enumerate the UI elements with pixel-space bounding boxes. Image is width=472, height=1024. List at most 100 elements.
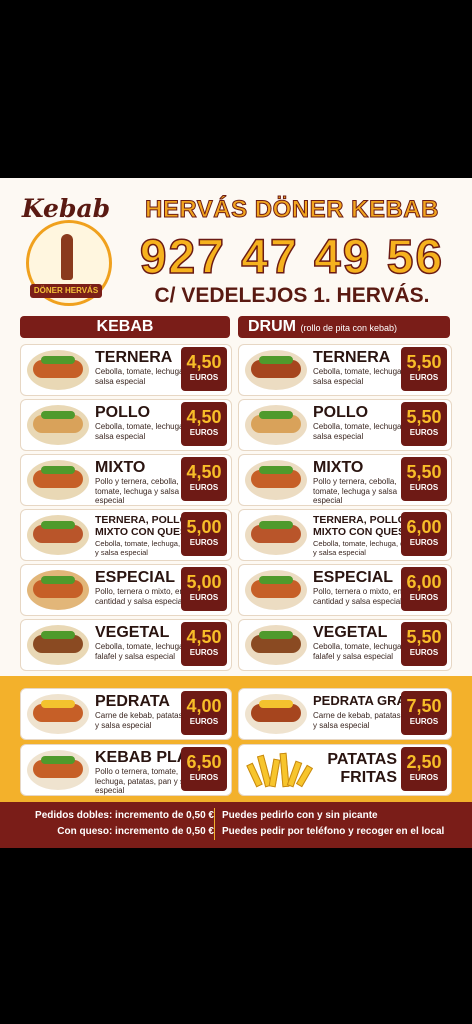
price-tag: 5,00 EUROS [181,512,227,556]
price-value: 5,50 [406,352,442,372]
menu-item-drum-queso[interactable]: TERNERA, POLLO O MIXTO CON QUESO Cebolla… [238,509,452,561]
footer-divider [214,808,215,840]
menu-item-kebab-pollo[interactable]: POLLO Cebolla, tomate, lechuga y salsa e… [20,399,232,451]
extras-section: PEDRATA Carne de kebab, patatas fritas y… [0,676,472,802]
drum-food-image [245,405,307,445]
kebab-food-image [27,570,89,610]
price-unit: EUROS [189,773,219,782]
price-value: 6,00 [406,572,442,592]
menu-item-kebab-vegetal[interactable]: VEGETAL Cebolla, tomate, lechuga falafel… [20,619,232,671]
price-unit: EUROS [409,773,439,782]
price-tag: 4,50 EUROS [181,622,227,666]
price-value: 6,00 [406,517,442,537]
item-name: ESPECIAL [313,569,394,586]
item-name: PEDRATA [95,693,170,710]
item-name: PATATAS FRITAS [327,751,397,786]
kebab-column-title: KEBAB [96,318,154,335]
price-unit: EUROS [409,717,439,726]
menu-item-drum-ternera[interactable]: TERNERA Cebolla, tomate, lechuga y salsa… [238,344,452,396]
price-value: 4,50 [186,352,222,372]
price-value: 5,50 [406,627,442,647]
price-value: 2,50 [406,752,442,772]
kebab-food-image [27,625,89,665]
menu-item-kebab-mixto[interactable]: MIXTO Pollo y ternera, cebolla, tomate, … [20,454,232,506]
kebab-food-image [27,405,89,445]
menu-item-kebab-queso[interactable]: TERNERA, POLLO O MIXTO CON QUESO Cebolla… [20,509,232,561]
price-unit: EUROS [409,483,439,492]
price-tag: 5,50 EUROS [401,457,447,501]
price-tag: 5,50 EUROS [401,347,447,391]
drum-food-image [245,570,307,610]
price-tag: 7,50 EUROS [401,691,447,735]
menu-item-patatas-fritas[interactable]: PATATAS FRITAS 2,50 EUROS [238,744,452,796]
fries-image [246,751,314,788]
price-unit: EUROS [409,593,439,602]
phone-number[interactable]: 927 47 49 56 [122,230,462,285]
price-unit: EUROS [409,373,439,382]
price-tag: 6,00 EUROS [401,512,447,556]
item-name: POLLO [313,404,369,421]
restaurant-name: HERVÁS DÖNER KEBAB [145,196,439,224]
price-unit: EUROS [189,593,219,602]
item-name: MIXTO [95,459,146,476]
drum-food-image [245,625,307,665]
menu-item-kebab-plato[interactable]: KEBAB PLATO Pollo o ternera, tomate, lec… [20,744,232,796]
price-unit: EUROS [189,648,219,657]
menu-item-pedrata-grande[interactable]: PEDRATA GRANDE Carne de kebab, patatas f… [238,688,452,740]
price-unit: EUROS [189,538,219,547]
price-unit: EUROS [409,538,439,547]
pedrata-food-image [27,694,89,734]
menu-item-pedrata[interactable]: PEDRATA Carne de kebab, patatas fritas y… [20,688,232,740]
price-tag: 4,50 EUROS [181,402,227,446]
pedrata-grande-food-image [245,694,307,734]
menu-item-kebab-especial[interactable]: ESPECIAL Pollo, ternera o mixto, en más … [20,564,232,616]
price-tag: 4,00 EUROS [181,691,227,735]
kebab-food-image [27,515,89,555]
note-double-orders: Pedidos dobles: incremento de 0,50 € [35,810,214,821]
menu-item-drum-mixto[interactable]: MIXTO Pollo y ternera, cebolla, tomate, … [238,454,452,506]
drum-food-image [245,515,307,555]
kebab-column-header: KEBAB [20,316,230,338]
note-phone-pickup: Puedes pedir por teléfono y recoger en e… [222,826,445,837]
price-value: 4,50 [186,627,222,647]
kebab-plato-food-image [27,750,89,790]
menu-item-drum-especial[interactable]: ESPECIAL Pollo, ternera o mixto, en más … [238,564,452,616]
price-tag: 5,00 EUROS [181,567,227,611]
kebab-food-image [27,350,89,390]
price-tag: 4,50 EUROS [181,347,227,391]
kebab-logo: Kebab DÖNER HERVÁS [18,194,114,306]
price-value: 5,00 [186,517,222,537]
footer-notes: Pedidos dobles: incremento de 0,50 € Con… [0,802,472,848]
menu-item-drum-pollo[interactable]: POLLO Cebolla, tomate, lechuga y salsa e… [238,399,452,451]
menu-item-kebab-ternera[interactable]: TERNERA Cebolla, tomate, lechuga y salsa… [20,344,232,396]
price-unit: EUROS [189,717,219,726]
item-name: ESPECIAL [95,569,176,586]
drum-column-header: DRUM (rollo de pita con kebab) [238,316,450,338]
menu-item-drum-vegetal[interactable]: VEGETAL Cebolla, tomate, lechuga falafel… [238,619,452,671]
price-value: 4,50 [186,407,222,427]
item-name: MIXTO [313,459,364,476]
price-value: 5,50 [406,462,442,482]
drum-column-title: DRUM [248,318,296,335]
price-unit: EUROS [189,483,219,492]
price-tag: 6,00 EUROS [401,567,447,611]
price-value: 4,50 [186,462,222,482]
item-name: POLLO [95,404,151,421]
price-unit: EUROS [409,648,439,657]
item-name: VEGETAL [95,624,170,641]
price-value: 4,00 [186,696,222,716]
price-value: 7,50 [406,696,442,716]
item-name: TERNERA [313,349,391,366]
logo-title: Kebab [21,194,111,223]
address: C/ VEDELEJOS 1. HERVÁS. [154,284,430,307]
item-name: TERNERA [95,349,173,366]
drum-food-image [245,460,307,500]
price-value: 6,50 [186,752,222,772]
price-value: 5,00 [186,572,222,592]
price-value: 5,50 [406,407,442,427]
note-spicy: Puedes pedirlo con y sin picante [222,810,378,821]
price-tag: 4,50 EUROS [181,457,227,501]
logo-ribbon: DÖNER HERVÁS [30,284,102,298]
price-tag: 5,50 EUROS [401,402,447,446]
price-unit: EUROS [409,428,439,437]
